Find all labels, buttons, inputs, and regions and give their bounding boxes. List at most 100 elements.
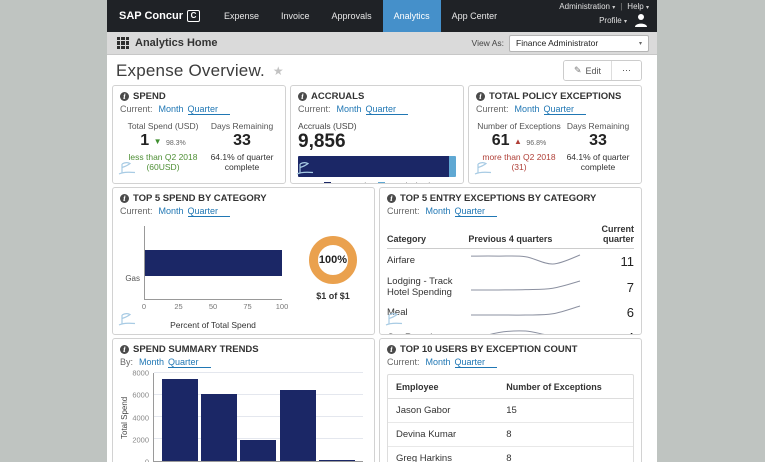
period-label: Current: xyxy=(387,357,420,367)
view-as-select[interactable]: Finance Administrator ▾ xyxy=(509,34,649,52)
card-accruals-title: ACCRUALS xyxy=(311,91,365,102)
card-spend: i SPEND Current: Month Quarter Total Spend… xyxy=(112,85,286,184)
y-tick-2000: 2000 xyxy=(132,435,149,445)
accruals-bar xyxy=(298,156,456,177)
period-option-month[interactable]: Month xyxy=(159,206,184,216)
apps-grid-icon[interactable] xyxy=(117,37,129,49)
x-tick-100: 100 xyxy=(275,302,289,311)
period-option-quarter[interactable]: Quarter xyxy=(454,206,498,217)
period-option-quarter[interactable]: Quarter xyxy=(187,206,231,217)
page-title: Expense Overview. xyxy=(116,60,265,80)
total-spend-label: Total Spend (USD) xyxy=(127,121,199,131)
profile-label: Profile xyxy=(599,15,622,25)
x-tick-50: 50 xyxy=(208,302,218,311)
info-icon[interactable]: i xyxy=(476,92,485,101)
brand-text: SAP Concur xyxy=(119,10,183,22)
period-option-month[interactable]: Month xyxy=(426,357,451,367)
days-remaining-label: Days Remaining xyxy=(210,121,274,131)
tab-app-center[interactable]: App Center xyxy=(441,0,509,32)
period-option-quarter[interactable]: Quarter xyxy=(543,104,587,115)
period-option-quarter[interactable]: Quarter xyxy=(187,104,231,115)
spend-trends-bar-chart: Total Spend 0 2000 4000 6000 8000 xyxy=(120,369,367,462)
period-option-quarter[interactable]: Quarter xyxy=(454,357,498,368)
info-icon[interactable]: i xyxy=(120,92,129,101)
period-option-month[interactable]: Month xyxy=(337,104,362,114)
info-icon[interactable]: i xyxy=(298,92,307,101)
concur-watermark-icon xyxy=(384,310,404,332)
period-option-quarter[interactable]: Quarter xyxy=(168,357,211,368)
nav-tabs: Expense Invoice Approvals Analytics App Cent… xyxy=(213,0,508,32)
column-header-category: Category xyxy=(387,222,469,249)
tab-approvals[interactable]: Approvals xyxy=(321,0,383,32)
exception-count-cell: 8 xyxy=(498,422,633,447)
period-selector: Current: Month Quarter xyxy=(120,104,278,116)
period-selector: Current: Month Quarter xyxy=(387,206,634,218)
period-selector: Current: Month Quarter xyxy=(120,206,367,218)
caret-down-icon: ▾ xyxy=(623,18,627,25)
exception-count-cell: 8 xyxy=(498,446,633,462)
profile-menu[interactable]: Profile ▾ xyxy=(599,16,627,25)
trend-sparkline xyxy=(471,254,581,265)
trends-plot xyxy=(153,372,363,462)
table-row: Airfare 11 xyxy=(387,248,634,274)
employee-cell: Greg Harkins xyxy=(388,446,499,462)
info-icon[interactable]: i xyxy=(120,194,129,203)
column-header-employee: Employee xyxy=(388,375,499,399)
period-label: Current: xyxy=(120,104,153,114)
favorite-star-icon[interactable]: ★ xyxy=(273,64,284,78)
days-remaining-metric: Days Remaining 33 64.1% of quarter compl… xyxy=(562,121,634,172)
spend-delta-pct: 98.3% xyxy=(165,140,186,147)
x-tick-75: 75 xyxy=(243,302,252,311)
trend-sparkline xyxy=(471,305,581,317)
table-row: Meal 6 xyxy=(387,300,634,325)
analytics-home-title: Analytics Home xyxy=(135,37,218,49)
accruals-legend: Approved Unsubmitted xyxy=(298,181,456,183)
view-as-value: Finance Administrator xyxy=(516,38,599,48)
period-option-month[interactable]: Month xyxy=(515,104,540,114)
info-icon[interactable]: i xyxy=(387,194,396,203)
menu-separator: | xyxy=(620,2,623,11)
view-as-label: View As: xyxy=(471,38,504,48)
help-menu[interactable]: Help ▾ xyxy=(627,2,649,11)
concur-watermark-icon xyxy=(295,159,315,181)
more-button[interactable]: ⋯ xyxy=(611,61,641,80)
table-row: Car Rental4 xyxy=(387,325,634,334)
concur-watermark-icon xyxy=(117,159,137,181)
legend-label: Unsubmitted xyxy=(388,181,430,183)
administration-menu[interactable]: Administration ▾ xyxy=(559,2,615,11)
category-axis-label: Gas xyxy=(125,273,140,283)
accruals-segment-approved xyxy=(298,156,449,177)
legend-label: Approved xyxy=(334,181,366,183)
profile-avatar-icon[interactable] xyxy=(633,12,649,28)
y-axis-title: Total Spend xyxy=(120,396,129,439)
edit-button[interactable]: ✎ Edit xyxy=(563,61,611,80)
legend-item-approved: Approved xyxy=(323,181,366,183)
tab-expense[interactable]: Expense xyxy=(213,0,270,32)
concur-watermark-icon xyxy=(117,310,137,332)
period-label: Current: xyxy=(298,104,331,114)
info-icon[interactable]: i xyxy=(120,345,129,354)
administration-label: Administration xyxy=(559,2,610,11)
period-option-month[interactable]: Month xyxy=(159,104,184,114)
period-label: Current: xyxy=(387,206,420,216)
period-option-quarter[interactable]: Quarter xyxy=(365,104,409,115)
card-spend-title: SPEND xyxy=(133,91,166,102)
dashboard-content: Expense Overview. ★ ✎ Edit ⋯ i SPEND Cur… xyxy=(107,55,657,462)
donut-ring: 100% xyxy=(309,236,357,284)
info-icon[interactable]: i xyxy=(387,345,396,354)
app-window: SAP Concur C Expense Invoice Approvals Anal… xyxy=(107,0,657,462)
period-option-month[interactable]: Month xyxy=(139,357,164,367)
sparkline-cell xyxy=(468,248,587,274)
period-option-month[interactable]: Month xyxy=(426,206,451,216)
column-header-current-quarter: Current quarter xyxy=(587,222,634,249)
tab-invoice[interactable]: Invoice xyxy=(270,0,321,32)
legend-swatch xyxy=(323,182,331,183)
quarter-complete-note: 64.1% of quarter complete xyxy=(566,152,630,173)
users-table-container: Employee Number of Exceptions Jason Gabo… xyxy=(387,374,634,462)
period-selector: Current: Month Quarter xyxy=(298,104,456,116)
period-selector: Current: Month Quarter xyxy=(387,357,634,369)
tab-analytics[interactable]: Analytics xyxy=(382,0,441,32)
card-spend-summary-trends: i SPEND SUMMARY TRENDS By: Month Quarter T… xyxy=(112,338,375,462)
sparkline-cell xyxy=(468,325,587,334)
employee-cell: Jason Gabor xyxy=(388,398,499,423)
